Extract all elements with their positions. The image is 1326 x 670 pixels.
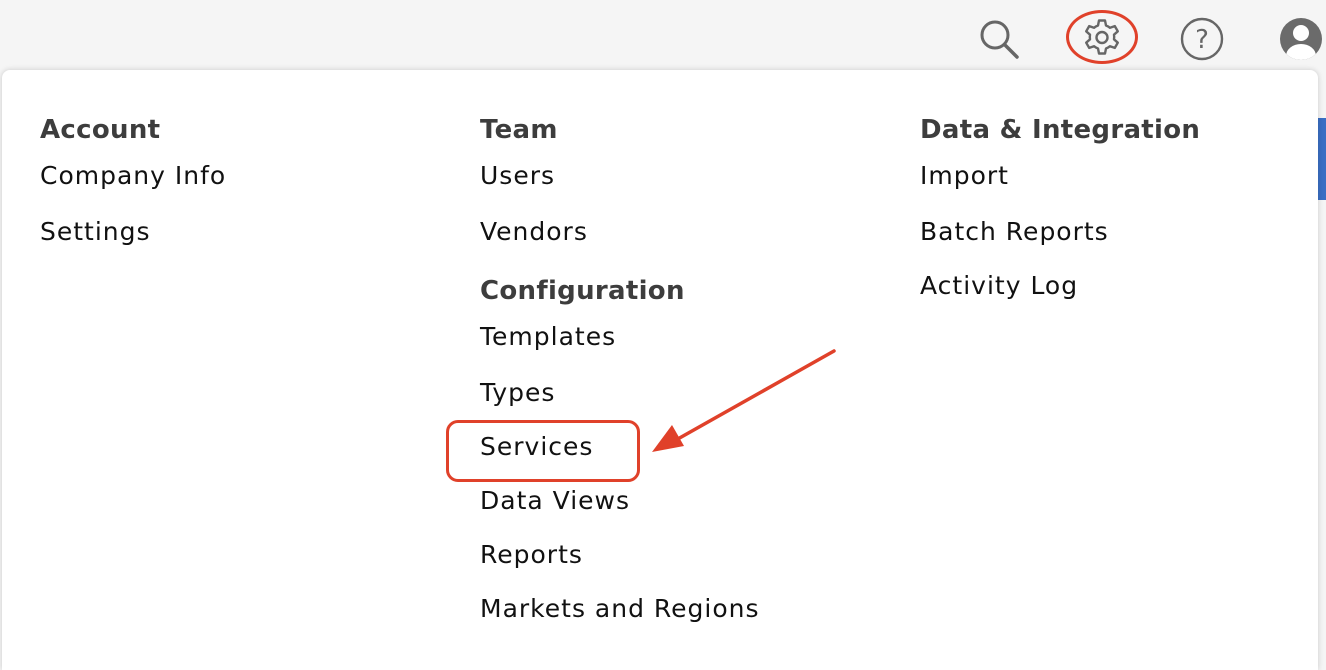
menu-item-vendors[interactable]: Vendors (480, 205, 760, 259)
help-glyph: ? (1195, 25, 1209, 55)
menu-item-services[interactable]: Services (446, 420, 760, 482)
profile-button[interactable] (1278, 16, 1324, 62)
menu-item-markets-and-regions[interactable]: Markets and Regions (480, 582, 760, 636)
help-icon: ? (1180, 17, 1224, 61)
settings-button[interactable] (1066, 10, 1138, 64)
menu-item-import[interactable]: Import (920, 150, 1200, 205)
menu-item-data-views[interactable]: Data Views (480, 474, 760, 528)
menu-item-templates[interactable]: Templates (480, 311, 760, 366)
background-accent (1318, 118, 1326, 200)
menu-item-users[interactable]: Users (480, 150, 760, 205)
menu-item-activity-log[interactable]: Activity Log (920, 259, 1200, 313)
data-integration-column: Data & Integration Import Batch Reports … (920, 110, 1200, 313)
menu-item-reports[interactable]: Reports (480, 528, 760, 582)
top-toolbar: ? (0, 0, 1326, 70)
account-column: Account Company Info Settings (40, 110, 226, 259)
section-title-data-integration: Data & Integration (920, 115, 1201, 145)
avatar-icon (1280, 18, 1322, 60)
section-title-configuration: Configuration (480, 276, 685, 306)
search-icon (980, 20, 1019, 59)
menu-item-services-label: Services (480, 432, 594, 461)
team-column: Team Users Vendors Configuration Templat… (446, 110, 760, 636)
settings-dropdown-panel: Account Company Info Settings Team Users… (2, 70, 1318, 670)
menu-item-settings[interactable]: Settings (40, 205, 226, 259)
section-title-team: Team (480, 115, 558, 145)
menu-item-types[interactable]: Types (480, 366, 760, 420)
menu-item-batch-reports[interactable]: Batch Reports (920, 205, 1200, 259)
help-button[interactable]: ? (1178, 15, 1226, 63)
menu-item-company-info[interactable]: Company Info (40, 150, 226, 205)
section-title-account: Account (40, 115, 161, 145)
gear-icon (1085, 19, 1119, 55)
search-button[interactable] (976, 16, 1022, 62)
